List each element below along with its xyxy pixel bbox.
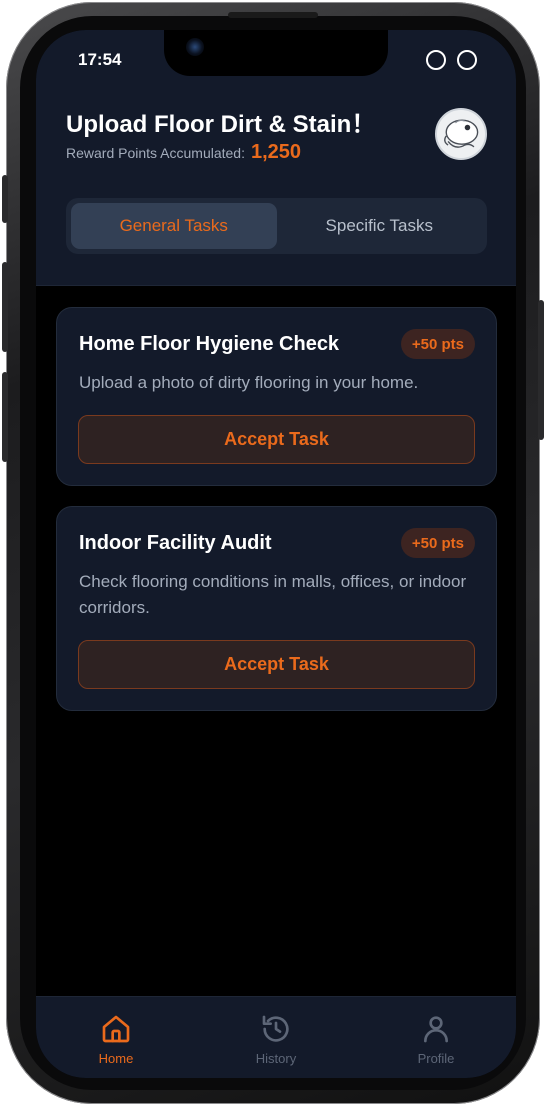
- status-indicator-icon: [457, 50, 477, 70]
- task-description: Check flooring conditions in malls, offi…: [79, 572, 467, 617]
- task-description: Upload a photo of dirty flooring in your…: [79, 373, 419, 392]
- home-icon: [102, 1015, 130, 1043]
- nav-item-profile[interactable]: Profile: [356, 997, 516, 1078]
- tab-specific-tasks[interactable]: Specific Tasks: [277, 203, 483, 249]
- reward-points: Reward Points Accumulated: 1,250: [66, 141, 301, 164]
- points-value: 1,250: [250, 141, 302, 163]
- power-button: [538, 300, 544, 440]
- robot-avatar-icon: [437, 110, 485, 158]
- points-badge: +50 pts: [400, 329, 475, 359]
- page-title: Upload Floor Dirt & Stain！: [66, 111, 376, 138]
- task-tabs: General Tasks Specific Tasks: [66, 198, 487, 254]
- status-time: 17:54: [78, 50, 122, 69]
- volume-down-button: [2, 372, 8, 462]
- user-icon: [424, 1016, 448, 1043]
- nav-item-history[interactable]: History: [196, 997, 356, 1078]
- task-card: Home Floor Hygiene Check +50 pts Upload …: [56, 307, 497, 486]
- task-title: Indoor Facility Audit: [79, 532, 272, 554]
- speaker-grille: [228, 12, 318, 18]
- tab-general-tasks[interactable]: General Tasks: [71, 203, 277, 249]
- app-screen: 17:54 Upload Floor Dirt & Stain！ Reward …: [36, 30, 516, 1078]
- accept-task-button[interactable]: Accept Task: [78, 640, 475, 689]
- bottom-nav: Home History Profile: [36, 996, 516, 1078]
- camera-icon: [186, 38, 204, 56]
- points-badge: +50 pts: [400, 528, 475, 558]
- task-card: Indoor Facility Audit +50 pts Check floo…: [56, 506, 497, 711]
- history-icon: [262, 1015, 289, 1042]
- status-indicator-icon: [426, 50, 446, 70]
- nav-label-profile: Profile: [417, 1051, 455, 1066]
- volume-up-button: [2, 262, 8, 352]
- mute-switch: [2, 175, 8, 223]
- accept-task-button[interactable]: Accept Task: [78, 415, 475, 464]
- points-label: Reward Points Accumulated:: [66, 145, 245, 161]
- nav-label-history: History: [255, 1051, 297, 1066]
- task-title: Home Floor Hygiene Check: [79, 333, 340, 355]
- nav-item-home[interactable]: Home: [36, 997, 196, 1078]
- nav-label-home: Home: [98, 1051, 134, 1066]
- avatar[interactable]: [435, 108, 487, 160]
